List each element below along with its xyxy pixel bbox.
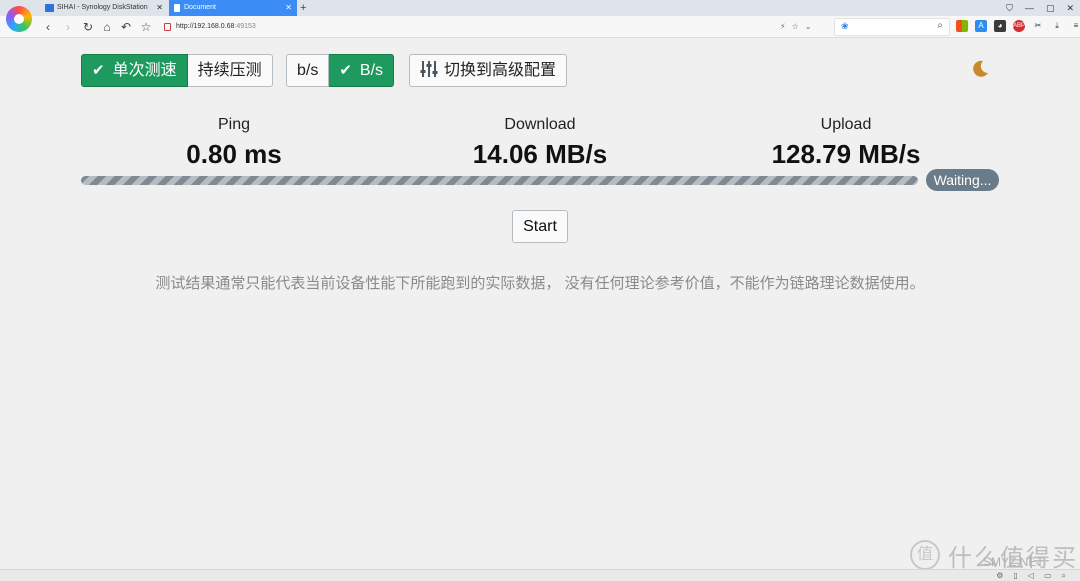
continuous-test-label: 持续压测 [197, 62, 262, 79]
window-pin-icon[interactable]: ⛉ [1006, 0, 1013, 16]
close-tab-icon[interactable]: ✕ [285, 0, 292, 16]
minimize-icon[interactable]: — [1025, 0, 1034, 16]
ping-label: Ping [217, 116, 251, 133]
start-button[interactable]: Start [512, 210, 568, 243]
document-favicon-icon [174, 4, 180, 12]
browser-logo-icon[interactable] [6, 6, 32, 32]
browser-status-bar: ⚙ ▯ ◁ ▭ ⌕ [0, 569, 1080, 581]
back-icon[interactable]: ‹ [40, 18, 56, 36]
check-icon: ✔ [92, 62, 105, 79]
cat-extension-icon[interactable]: ◕ [994, 20, 1006, 32]
upload-value: 128.79 MB/s [771, 139, 921, 169]
home-icon[interactable]: ⌂ [99, 18, 115, 36]
search-icon[interactable]: ⌕ [937, 20, 943, 31]
download-value: 14.06 MB/s [472, 139, 608, 169]
settings-icon[interactable]: ⚙ [996, 571, 1003, 581]
ping-metric: Ping 0.80 ms [84, 115, 384, 171]
address-bar[interactable]: http://192.168.0.68:49153 [160, 19, 828, 35]
bytes-unit-label: B/s [359, 62, 384, 79]
forward-icon[interactable]: › [60, 18, 76, 36]
status-icons: ⚙ ▯ ◁ ▭ ⌕ [996, 571, 1066, 581]
upload-label: Upload [820, 116, 872, 133]
new-tab-button[interactable]: + [300, 0, 306, 16]
adblock-extension-icon[interactable]: ABP [1013, 20, 1025, 32]
advanced-config-button[interactable]: 切换到高级配置 [409, 54, 568, 87]
maximize-icon[interactable]: ▢ [1046, 0, 1055, 16]
window-controls: ⛉ — ▢ ✕ [1006, 0, 1074, 16]
volume-icon[interactable]: ◁ [1028, 571, 1034, 581]
windows-extension-icon[interactable] [956, 20, 968, 32]
zoom-icon[interactable]: ⌕ [1062, 571, 1066, 581]
browser-tab-bar: SIHAI - Synology DiskStation ✕ Document … [0, 0, 1080, 16]
insecure-lock-icon [164, 23, 171, 31]
bookmark-star-icon[interactable]: ☆ [138, 18, 154, 36]
upload-metric: Upload 128.79 MB/s [696, 115, 996, 171]
check-icon: ✔ [339, 62, 352, 79]
search-input[interactable]: ❀ ⌕ [834, 18, 950, 36]
app-store-extension-icon[interactable]: A [975, 20, 987, 32]
download-label: Download [504, 116, 576, 133]
dark-mode-moon-icon[interactable] [970, 59, 990, 79]
synology-favicon-icon [45, 4, 54, 12]
dropdown-chevron-icon[interactable]: ⌄ [805, 22, 818, 31]
undo-close-icon[interactable]: ↶ [118, 18, 134, 36]
refresh-icon[interactable]: ↻ [80, 18, 96, 36]
tab-synology[interactable]: SIHAI - Synology DiskStation ✕ [42, 0, 168, 16]
advanced-config-label: 切换到高级配置 [444, 62, 557, 79]
address-actions: ⚡☆⌄ [780, 19, 818, 35]
watermark-logo: 值 [910, 540, 940, 570]
close-tab-icon[interactable]: ✕ [156, 0, 163, 16]
test-mode-group: ✔ 单次测速 持续压测 [81, 54, 273, 87]
url-port: :49153 [234, 23, 256, 30]
bytes-unit-button[interactable]: ✔ B/s [329, 54, 395, 87]
download-metric: Download 14.06 MB/s [390, 115, 690, 171]
extension-icons: A ◕ ABP ✂ ⤓ ≡ [956, 20, 1080, 32]
tab-label: SIHAI - Synology DiskStation [57, 4, 148, 11]
progress-fill [81, 176, 918, 185]
screen-icon[interactable]: ▭ [1044, 571, 1052, 581]
scissors-icon[interactable]: ✂ [1032, 20, 1044, 32]
unit-group: b/s ✔ B/s [286, 54, 395, 87]
advanced-group: 切换到高级配置 [409, 54, 568, 87]
status-badge: Waiting... [926, 169, 999, 191]
tab-document[interactable]: Document ✕ [169, 0, 297, 16]
menu-icon[interactable]: ≡ [1070, 20, 1080, 32]
url-host: http://192.168.0.68 [176, 23, 235, 30]
single-test-button[interactable]: ✔ 单次测速 [81, 54, 188, 87]
download-icon[interactable]: ⤓ [1051, 20, 1063, 32]
close-window-icon[interactable]: ✕ [1066, 0, 1074, 16]
continuous-test-button[interactable]: 持续压测 [187, 54, 273, 87]
sliders-icon [420, 60, 438, 77]
tab-label: Document [184, 4, 216, 11]
single-test-label: 单次测速 [112, 62, 177, 79]
browser-toolbar: ‹ › ↻ ⌂ ↶ ☆ http://192.168.0.68:49153 ⚡☆… [0, 16, 1080, 38]
lightning-icon[interactable]: ⚡ [780, 22, 792, 31]
bits-unit-label: b/s [297, 62, 319, 79]
disclaimer-text: 测试结果通常只能代表当前设备性能下所能跑到的实际数据， 没有任何理论参考价值，不… [155, 275, 925, 292]
baidu-paw-icon: ❀ [841, 21, 849, 31]
watermark-sub: SMYZ.NET [983, 555, 1044, 569]
ping-value: 0.80 ms [186, 139, 282, 169]
trash-icon[interactable]: ▯ [1013, 571, 1017, 581]
bits-unit-button[interactable]: b/s [286, 54, 330, 87]
speedtest-page: ✔ 单次测速 持续压测 b/s ✔ B/s 切换到高级配置 Ping 0.80 … [0, 39, 1080, 569]
favorite-icon[interactable]: ☆ [792, 22, 805, 31]
progress-bar [81, 176, 918, 185]
